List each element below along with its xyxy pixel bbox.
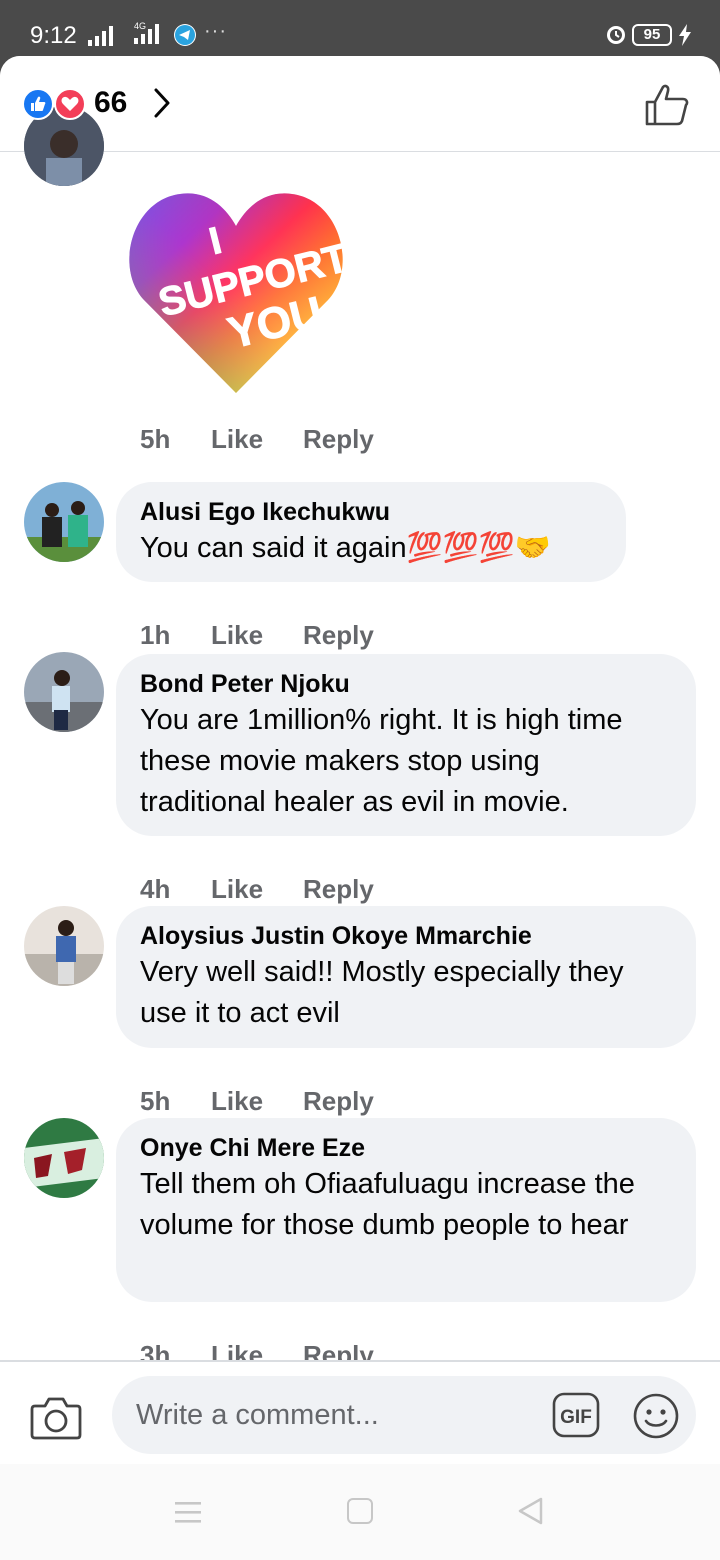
home-icon[interactable] [347, 1498, 373, 1524]
comments-sheet: 66 I SUPPORT YOU 5h Like Reply Alusi Ego… [0, 56, 720, 1560]
avatar[interactable] [24, 652, 104, 732]
comment-time: 5h [140, 1086, 171, 1116]
like-link[interactable]: Like [211, 1086, 263, 1117]
emoji-icon[interactable] [632, 1392, 680, 1440]
comment-bubble[interactable]: Bond Peter Njoku You are 1million% right… [116, 654, 696, 836]
status-time: 9:12 [30, 22, 77, 49]
avatar[interactable] [24, 906, 104, 986]
gif-icon[interactable]: GIF [552, 1392, 600, 1438]
comment-text: You are 1million% right. It is high time… [140, 704, 623, 818]
comment-time: 5h [140, 424, 171, 454]
like-post-icon[interactable] [644, 84, 690, 126]
reaction-count[interactable]: 66 [94, 86, 127, 120]
comment-bubble[interactable]: Alusi Ego Ikechukwu You can said it agai… [116, 482, 626, 582]
battery-indicator: 95 [632, 24, 672, 46]
avatar[interactable] [24, 482, 104, 562]
comment-text: Tell them oh Ofiaafuluagu increase the v… [140, 1168, 635, 1241]
status-bar: 9:12 4G ··· 95 [0, 0, 720, 62]
comment-bubble[interactable]: Aloysius Justin Okoye Mmarchie Very well… [116, 906, 696, 1048]
status-more: ··· [204, 20, 227, 42]
comment-text: Very well said!! Mostly especially they … [140, 956, 624, 1029]
comment-author[interactable]: Alusi Ego Ikechukwu [140, 496, 602, 528]
telegram-icon [174, 24, 196, 46]
comment-time: 4h [140, 874, 171, 904]
chevron-right-icon[interactable] [148, 86, 176, 120]
svg-text:4G: 4G [134, 21, 146, 31]
camera-icon[interactable] [30, 1394, 82, 1440]
reply-link[interactable]: Reply [303, 424, 374, 455]
reactions-header[interactable]: 66 [0, 56, 720, 152]
reply-link[interactable]: Reply [303, 874, 374, 905]
charging-icon [679, 24, 691, 46]
comment-author[interactable]: Bond Peter Njoku [140, 668, 672, 700]
back-icon[interactable] [516, 1496, 544, 1526]
comment-bubble[interactable]: Onye Chi Mere Eze Tell them oh Ofiaafulu… [116, 1118, 696, 1302]
comment-composer: GIF [0, 1360, 720, 1464]
reply-link[interactable]: Reply [303, 1086, 374, 1117]
signal-icon [88, 26, 113, 46]
love-reaction-icon [54, 88, 86, 120]
like-link[interactable]: Like [211, 424, 263, 455]
like-reaction-icon [22, 88, 54, 120]
system-nav-bar [0, 1464, 720, 1560]
comment-author[interactable]: Onye Chi Mere Eze [140, 1132, 672, 1164]
reply-link[interactable]: Reply [303, 620, 374, 651]
comment-input[interactable] [112, 1376, 696, 1454]
like-link[interactable]: Like [211, 620, 263, 651]
comment-time: 1h [140, 620, 171, 650]
alarm-icon [607, 26, 625, 44]
network-4g-icon: 4G [134, 21, 159, 44]
support-sticker: I SUPPORT YOU [129, 193, 346, 393]
avatar[interactable] [24, 1118, 104, 1198]
like-link[interactable]: Like [211, 874, 263, 905]
recent-apps-icon[interactable] [174, 1500, 202, 1524]
comment-author[interactable]: Aloysius Justin Okoye Mmarchie [140, 920, 672, 952]
gif-label: GIF [560, 1407, 592, 1428]
comment-text: You can said it again💯💯💯🤝 [140, 532, 552, 564]
